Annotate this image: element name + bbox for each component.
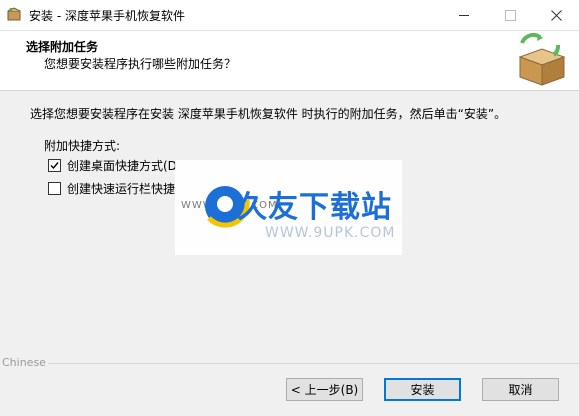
box-icon — [7, 7, 21, 21]
language-label: Chinese — [2, 356, 46, 369]
maximize-button[interactable] — [487, 0, 533, 30]
install-button[interactable]: 安装 — [384, 378, 461, 401]
back-button[interactable]: < 上一步(B) — [286, 378, 363, 401]
page-subtitle: 您想要安装程序执行哪些附加任务？ — [44, 57, 237, 71]
package-logo-icon — [518, 33, 566, 86]
close-button[interactable] — [533, 0, 579, 30]
task-description: 选择您想要安装程序在安装 深度苹果手机恢复软件 时执行的附加任务，然后单击“安装… — [30, 107, 507, 121]
watermark-title: 久友下载站 — [237, 190, 392, 225]
shortcut-group-label: 附加快捷方式: — [44, 139, 121, 153]
window-title: 安装 - 深度苹果手机恢复软件 — [29, 9, 185, 23]
page-title: 选择附加任务 — [26, 40, 99, 54]
watermark-url: WWW.9UPK.COM — [265, 225, 396, 241]
minimize-button[interactable] — [441, 0, 487, 30]
desktop-shortcut-checkbox[interactable]: 创建桌面快捷方式(D — [48, 157, 177, 174]
cancel-button[interactable]: 取消 — [482, 378, 559, 401]
checkbox-box[interactable] — [48, 159, 61, 172]
close-icon — [550, 9, 562, 21]
desktop-shortcut-label: 创建桌面快捷方式(D — [67, 159, 177, 173]
title-bar[interactable]: 安装 - 深度苹果手机恢复软件 — [0, 0, 579, 31]
quicklaunch-shortcut-checkbox[interactable]: 创建快速运行栏快捷 — [48, 180, 175, 197]
checkmark-icon — [50, 162, 59, 170]
watermark-overlay: WWW.9UPK.COM 久友下载站 WWW.9UPK.COM — [175, 160, 402, 255]
page-header: 选择附加任务 您想要安装程序执行哪些附加任务？ — [0, 31, 579, 91]
installer-window: 安装 - 深度苹果手机恢复软件 选择附加任务 您想要安装程序执行哪些附加任务？ … — [0, 0, 579, 416]
minimize-icon — [459, 14, 469, 16]
maximize-icon — [504, 9, 516, 21]
checkbox-box[interactable] — [48, 182, 61, 195]
footer-divider — [48, 363, 579, 364]
quicklaunch-shortcut-label: 创建快速运行栏快捷 — [67, 182, 176, 196]
